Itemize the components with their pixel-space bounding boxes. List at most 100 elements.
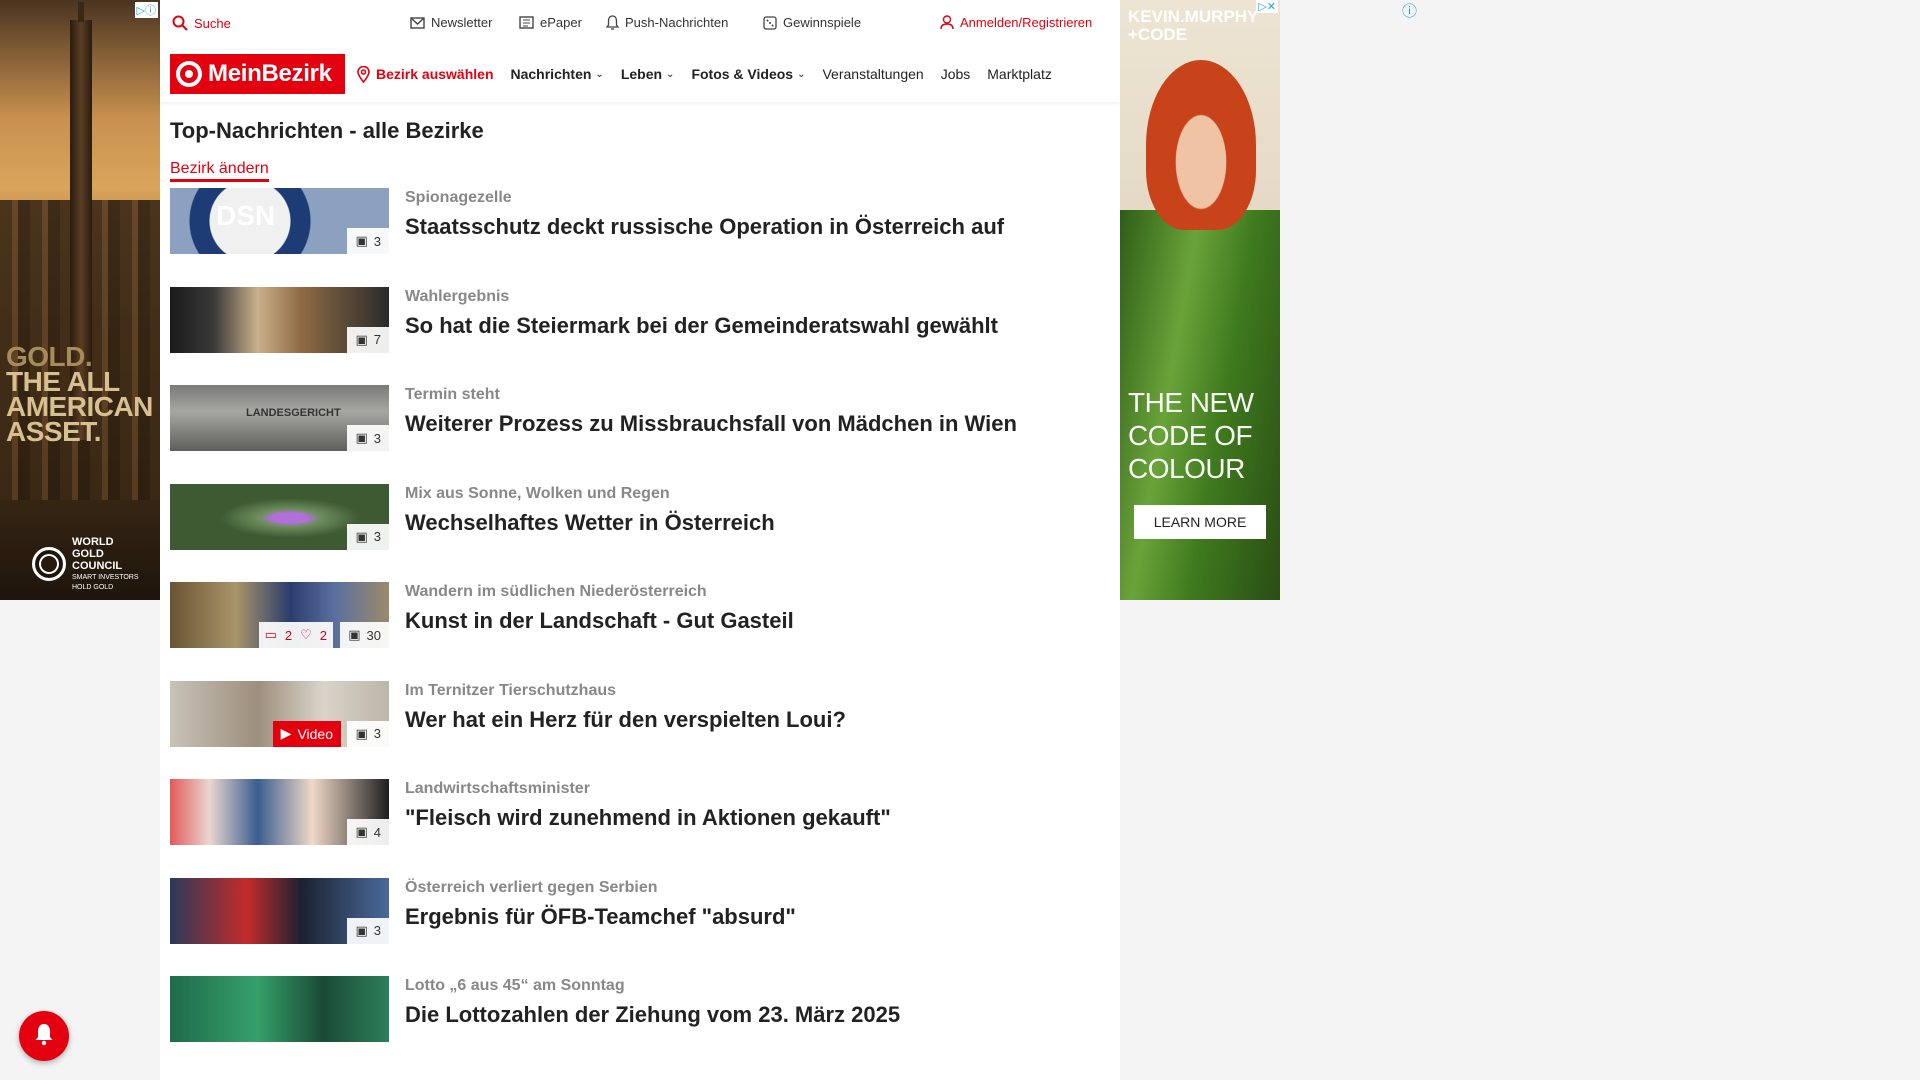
- bezirk-select-button[interactable]: Bezirk auswählen: [357, 65, 494, 83]
- claim-line: CODE OF: [1128, 420, 1253, 451]
- nav-marktplatz[interactable]: Marktplatz: [987, 66, 1052, 82]
- info-icon[interactable]: ⓘ: [1402, 0, 1417, 21]
- image-count-badge: ▣ 7: [347, 326, 389, 353]
- article-thumbnail[interactable]: ▭ 2 ♡ 2 ▣ 30: [170, 582, 389, 648]
- article-thumbnail[interactable]: ▣ 3: [170, 877, 389, 944]
- gewinnspiele-link[interactable]: Gewinnspiele: [763, 15, 861, 30]
- article-headline[interactable]: Staatsschutz deckt russische Operation i…: [405, 214, 1004, 240]
- nav-veranstaltungen[interactable]: Veranstaltungen: [822, 66, 923, 82]
- chevron-down-icon: ⌄: [595, 68, 604, 80]
- brand-line: +CODE: [1128, 25, 1188, 44]
- article-thumbnail[interactable]: [170, 976, 389, 1042]
- article-kicker: Spionagezelle: [405, 189, 512, 206]
- article-headline[interactable]: "Fleisch wird zunehmend in Aktionen geka…: [405, 805, 891, 831]
- article-headline[interactable]: Wer hat ein Herz für den verspielten Lou…: [405, 707, 846, 733]
- claim-line: COLOUR: [1128, 453, 1245, 484]
- bell-icon: [606, 15, 619, 30]
- image-count: 3: [373, 430, 381, 446]
- left-ad-skyscraper[interactable]: GOLD. THE ALL AMERICAN ASSET. WORLD GOLD…: [0, 0, 160, 600]
- article-headline[interactable]: Weiterer Prozess zu Missbrauchsfall von …: [405, 411, 1017, 437]
- comment-count: 2: [284, 627, 293, 643]
- image-count: 30: [366, 627, 381, 643]
- article-headline[interactable]: Wechselhaftes Wetter in Österreich: [405, 510, 775, 536]
- article-thumbnail[interactable]: ▶ Video ▣ 3: [170, 680, 389, 747]
- nav-nachrichten[interactable]: Nachrichten ⌄: [511, 66, 604, 82]
- gallery-icon: ▣: [355, 528, 368, 544]
- image-count: 3: [373, 923, 381, 938]
- article-thumbnail[interactable]: ▣ 3: [170, 483, 389, 550]
- article-item[interactable]: ▣ 7 Wahlergebnis So hat die Steiermark b…: [170, 286, 1110, 386]
- article-item[interactable]: LANDESGERICHT ▣ 3 Termin steht Weiterer …: [170, 385, 1110, 484]
- article-item[interactable]: ▶ Video ▣ 3 Im Ternitzer Tierschutzhaus …: [170, 680, 1110, 780]
- article-thumbnail[interactable]: ▣ 4: [170, 779, 389, 845]
- search-icon: [172, 15, 188, 31]
- nav-label: Marktplatz: [987, 66, 1052, 82]
- image-count: 3: [373, 726, 381, 741]
- nav-fotos-videos[interactable]: Fotos & Videos ⌄: [691, 66, 805, 82]
- gallery-icon: ▣: [355, 922, 368, 938]
- article-item[interactable]: ▣ 3 Österreich verliert gegen Serbien Er…: [170, 877, 1110, 977]
- article-item[interactable]: ▣ 3 Mix aus Sonne, Wolken und Regen Wech…: [170, 483, 1110, 583]
- image-count: 7: [373, 332, 381, 347]
- logo-text: MeinBezirk: [208, 60, 332, 87]
- ad-sponsor-logo: WORLD GOLD COUNCIL SMART INVESTORS HOLD …: [32, 536, 139, 592]
- article-item[interactable]: Lotto „6 aus 45“ am Sonntag Die Lottozah…: [170, 976, 1110, 1075]
- sponsor-line: COUNCIL: [72, 560, 123, 572]
- ad-learn-more-button[interactable]: LEARN MORE: [1134, 505, 1266, 539]
- search-label: Suche: [194, 15, 231, 31]
- image-count-badge: ▣ 30: [340, 622, 389, 648]
- article-kicker: Mix aus Sonne, Wolken und Regen: [405, 484, 670, 502]
- image-count-badge: ▣ 3: [347, 425, 389, 451]
- gewinnspiele-label: Gewinnspiele: [783, 15, 862, 30]
- image-count-badge: ▣ 3: [347, 228, 389, 254]
- push-link[interactable]: Push-Nachrichten: [606, 15, 728, 30]
- epaper-link[interactable]: ePaper: [519, 15, 582, 30]
- chevron-down-icon: ⌄: [797, 68, 806, 80]
- article-headline[interactable]: So hat die Steiermark bei der Gemeindera…: [405, 313, 998, 339]
- gallery-icon: ▣: [355, 725, 368, 741]
- article-headline[interactable]: Ergebnis für ÖFB-Teamchef "absurd": [405, 904, 796, 930]
- nav-jobs[interactable]: Jobs: [941, 66, 971, 82]
- play-icon: ▶: [280, 725, 292, 741]
- nav-label: Fotos & Videos: [691, 66, 794, 82]
- nav-leben[interactable]: Leben ⌄: [621, 66, 675, 82]
- article-list: DSN ▣ 3 Spionagezelle Staatsschutz deckt…: [170, 188, 1110, 1075]
- change-bezirk-link[interactable]: Bezirk ändern: [170, 160, 269, 182]
- sponsor-line: GOLD: [72, 548, 104, 560]
- main-column: Suche Newsletter ePaper Push-Nachrichten…: [160, 0, 1120, 1080]
- ad-headline-line: ASSET.: [6, 416, 102, 447]
- gallery-icon: ▣: [348, 627, 361, 642]
- newsletter-label: Newsletter: [431, 15, 493, 30]
- article-kicker: Wandern im südlichen Niederösterreich: [405, 583, 707, 600]
- article-item[interactable]: ▭ 2 ♡ 2 ▣ 30 Wandern im südlichen Nieder…: [170, 582, 1110, 681]
- like-count: 2: [319, 627, 327, 643]
- video-badge: ▶ Video: [272, 720, 341, 747]
- notification-bell-button[interactable]: [19, 1011, 69, 1061]
- article-headline[interactable]: Die Lottozahlen der Ziehung vom 23. März…: [405, 1002, 900, 1028]
- thumb-dsn-text: DSN: [216, 200, 276, 231]
- location-pin-icon: [357, 65, 370, 83]
- login-link[interactable]: Anmelden/Registrieren: [940, 15, 1092, 30]
- article-thumbnail[interactable]: LANDESGERICHT ▣ 3: [170, 385, 389, 451]
- ad-close-icon[interactable]: ▷✕: [1256, 0, 1278, 13]
- adchoices-icon[interactable]: ▷ⓘ: [134, 2, 158, 18]
- article-kicker: Wahlergebnis: [405, 287, 510, 305]
- article-item[interactable]: DSN ▣ 3 Spionagezelle Staatsschutz deckt…: [170, 188, 1110, 287]
- ad-model-image: [1146, 60, 1256, 230]
- thumb-court-text: LANDESGERICHT: [246, 407, 341, 419]
- meinbezirk-logo[interactable]: MeinBezirk: [170, 54, 345, 94]
- engagement-badge: ▭ 2 ♡ 2: [258, 622, 333, 648]
- image-count: 3: [373, 529, 381, 544]
- article-headline[interactable]: Kunst in der Landschaft - Gut Gasteil: [405, 608, 794, 634]
- gallery-icon: ▣: [355, 430, 368, 445]
- article-item[interactable]: ▣ 4 Landwirtschaftsminister "Fleisch wir…: [170, 779, 1110, 878]
- right-ad-skyscraper[interactable]: KEVIN.MURPHY +CODE THE NEW CODE OF COLOU…: [1120, 0, 1280, 600]
- article-thumbnail[interactable]: DSN ▣ 3: [170, 188, 389, 254]
- newsletter-link[interactable]: Newsletter: [410, 15, 492, 30]
- gallery-icon: ▣: [355, 233, 368, 248]
- article-thumbnail[interactable]: ▣ 7: [170, 286, 389, 353]
- user-icon: [940, 15, 954, 30]
- article-kicker: Termin steht: [405, 386, 500, 403]
- nav-label: Veranstaltungen: [822, 66, 924, 82]
- search-link[interactable]: Suche: [172, 15, 231, 31]
